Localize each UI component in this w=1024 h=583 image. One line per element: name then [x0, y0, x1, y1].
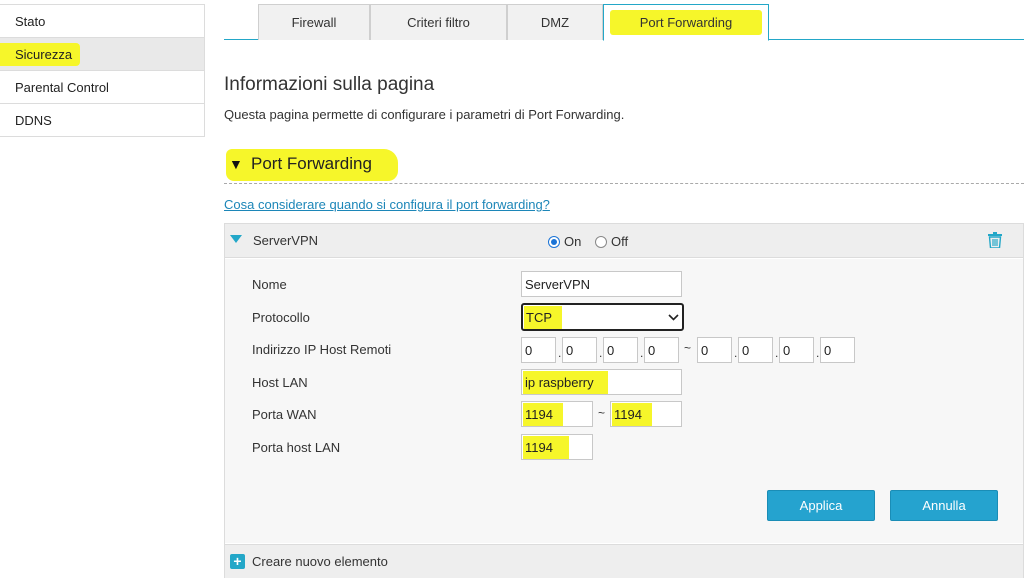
ip-dot: .	[816, 346, 820, 360]
tab-criteri-filtro[interactable]: Criteri filtro	[370, 4, 507, 40]
tab-bar: Firewall Criteri filtro DMZ Port Forward…	[224, 4, 1024, 41]
rule-header[interactable]: ServerVPN On Off	[225, 224, 1023, 258]
sidebar-item-label: Sicurezza	[0, 42, 81, 66]
ip-dot: .	[775, 346, 779, 360]
nome-label: Nome	[252, 277, 287, 292]
ip-start-octet-2[interactable]: 0	[562, 337, 597, 363]
ip-octet-value: 0	[742, 342, 750, 358]
rule-name: ServerVPN	[253, 233, 319, 248]
porta-wan-start-value: 1194	[523, 402, 563, 426]
radio-on-label: On	[564, 234, 582, 249]
host-lan-input[interactable]: ip raspberry	[521, 369, 682, 395]
sidebar-item-label: DDNS	[15, 112, 52, 128]
ip-start-octet-3[interactable]: 0	[603, 337, 638, 363]
cancel-button[interactable]: Annulla	[890, 490, 998, 521]
collapse-triangle-icon: ▼	[229, 156, 243, 172]
sidebar-item-stato[interactable]: Stato	[0, 5, 205, 38]
porta-host-lan-input[interactable]: 1194	[521, 434, 593, 460]
sidebar-item-ddns[interactable]: DDNS	[0, 104, 205, 137]
ip-start-octet-1[interactable]: 0	[521, 337, 556, 363]
sidebar-item-parental-control[interactable]: Parental Control	[0, 71, 205, 104]
sidebar-item-label: Parental Control	[15, 79, 109, 95]
ip-dot: .	[640, 346, 644, 360]
ip-octet-value: 0	[648, 342, 656, 358]
page-description: Questa pagina permette di configurare i …	[224, 107, 625, 122]
tab-dmz[interactable]: DMZ	[507, 4, 603, 40]
trash-icon[interactable]	[988, 232, 1002, 248]
porta-host-lan-value: 1194	[523, 435, 569, 459]
range-separator: ~	[598, 406, 606, 420]
ip-dot: .	[599, 346, 603, 360]
section-header[interactable]: ▼ Port Forwarding	[224, 148, 1024, 184]
chevron-down-icon[interactable]	[230, 235, 242, 243]
tab-label: Criteri filtro	[407, 15, 470, 30]
rule-form: Nome ServerVPN Protocollo TCP Indirizzo …	[225, 259, 1023, 543]
radio-off[interactable]: Off	[595, 234, 628, 249]
sidebar-item-sicurezza[interactable]: Sicurezza	[0, 38, 205, 71]
add-element-label: Creare nuovo elemento	[252, 554, 388, 569]
protocollo-label: Protocollo	[252, 310, 310, 325]
sidebar-item-label: Stato	[15, 13, 46, 29]
radio-on[interactable]: On	[548, 234, 581, 249]
radio-off-indicator[interactable]	[595, 235, 607, 248]
ip-octet-value: 0	[525, 342, 533, 358]
radio-off-label: Off	[611, 234, 629, 249]
ip-dot: .	[734, 346, 738, 360]
add-element-row[interactable]: + Creare nuovo elemento	[225, 544, 1023, 578]
host-lan-value: ip raspberry	[523, 370, 608, 394]
ip-end-octet-4[interactable]: 0	[820, 337, 855, 363]
radio-on-indicator[interactable]	[548, 235, 560, 248]
range-separator: ~	[684, 341, 692, 355]
porta-host-lan-label: Porta host LAN	[252, 440, 341, 455]
ip-dot: .	[558, 346, 562, 360]
apply-button[interactable]: Applica	[767, 490, 875, 521]
ip-octet-value: 0	[824, 342, 832, 358]
tab-firewall[interactable]: Firewall	[258, 4, 370, 40]
ip-octet-value: 0	[783, 342, 791, 358]
rule-panel: ServerVPN On Off Nome ServerVPN Protocol…	[224, 223, 1024, 578]
tab-label: Port Forwarding	[609, 10, 763, 35]
help-link[interactable]: Cosa considerare quando si configura il …	[224, 197, 550, 212]
protocollo-select[interactable]: TCP	[521, 303, 684, 331]
tab-label: Firewall	[291, 15, 337, 30]
ip-end-octet-3[interactable]: 0	[779, 337, 814, 363]
tab-port-forwarding[interactable]: Port Forwarding	[603, 4, 769, 41]
host-lan-label: Host LAN	[252, 375, 308, 390]
porta-wan-start-input[interactable]: 1194	[521, 401, 593, 427]
ip-octet-value: 0	[701, 342, 709, 358]
protocollo-value: TCP	[524, 305, 562, 329]
chevron-down-icon	[668, 313, 679, 321]
ip-end-octet-1[interactable]: 0	[697, 337, 732, 363]
nome-value: ServerVPN	[525, 276, 591, 292]
porta-wan-label: Porta WAN	[252, 407, 317, 422]
sidebar: Stato Sicurezza Parental Control DDNS	[0, 4, 205, 137]
tab-label: DMZ	[540, 15, 570, 30]
porta-wan-end-value: 1194	[612, 402, 652, 426]
porta-wan-end-input[interactable]: 1194	[610, 401, 682, 427]
nome-input[interactable]: ServerVPN	[521, 271, 682, 297]
page-title: Informazioni sulla pagina	[224, 74, 435, 95]
ip-octet-value: 0	[607, 342, 615, 358]
ip-label: Indirizzo IP Host Remoti	[252, 342, 392, 357]
ip-end-octet-2[interactable]: 0	[738, 337, 773, 363]
plus-icon[interactable]: +	[230, 554, 245, 569]
ip-start-octet-4[interactable]: 0	[644, 337, 679, 363]
section-title: Port Forwarding	[251, 154, 372, 173]
ip-octet-value: 0	[566, 342, 574, 358]
